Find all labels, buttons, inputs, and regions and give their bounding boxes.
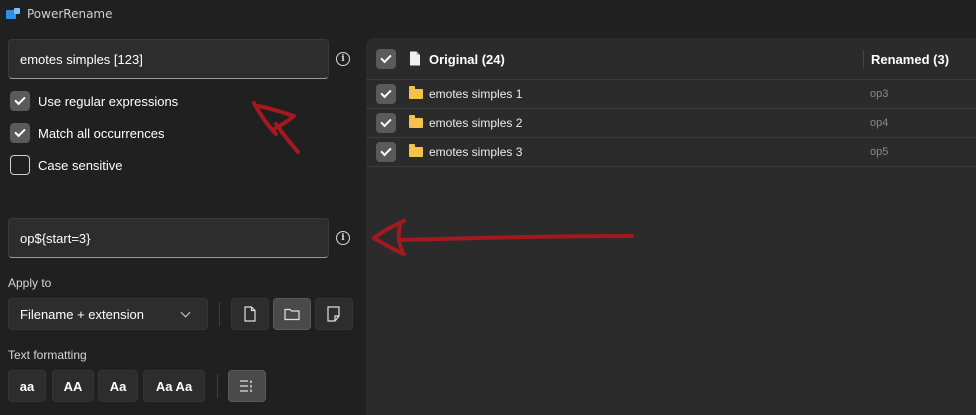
list-item[interactable]: emotes simples 3 op5 bbox=[366, 138, 976, 167]
option-case-sensitive[interactable]: Case sensitive bbox=[10, 155, 123, 175]
enumerate-items-button[interactable] bbox=[228, 370, 266, 402]
search-input-value: emotes simples [123] bbox=[20, 51, 143, 67]
case-sensitive-label: Case sensitive bbox=[38, 157, 123, 173]
item-renamed-name: op3 bbox=[870, 88, 889, 100]
option-match-all[interactable]: Match all occurrences bbox=[10, 123, 164, 143]
options-panel: emotes simples [123] i Use regular expre… bbox=[0, 28, 366, 415]
item-renamed-name: op4 bbox=[870, 117, 889, 129]
titlecase-button[interactable]: Aa bbox=[98, 370, 138, 402]
folder-icon bbox=[409, 144, 423, 157]
renamed-column-header[interactable]: Renamed (3) bbox=[871, 52, 949, 67]
search-input[interactable]: emotes simples [123] bbox=[8, 39, 329, 79]
item-renamed-name: op5 bbox=[870, 146, 889, 158]
list-item[interactable]: emotes simples 2 op4 bbox=[366, 109, 976, 138]
toolbar-divider bbox=[219, 302, 220, 326]
list-header: Original (24) Renamed (3) bbox=[366, 38, 976, 80]
uppercase-button[interactable]: AA bbox=[52, 370, 94, 402]
file-list-panel: Original (24) Renamed (3) emotes simples… bbox=[366, 38, 976, 415]
item-original-name: emotes simples 1 bbox=[429, 87, 523, 101]
original-column-header[interactable]: Original (24) bbox=[429, 52, 505, 67]
chevron-down-icon bbox=[180, 307, 191, 318]
apply-to-label: Apply to bbox=[8, 276, 52, 290]
rename-folders-button[interactable] bbox=[273, 298, 311, 330]
search-info-icon[interactable]: i bbox=[336, 52, 350, 66]
list-format-icon bbox=[240, 380, 252, 392]
replace-input-value: op${start=3} bbox=[20, 230, 91, 246]
folder-icon bbox=[409, 86, 423, 99]
file-icon bbox=[244, 306, 256, 322]
file-subfolder-icon bbox=[327, 306, 340, 322]
file-icon bbox=[410, 51, 420, 66]
list-item[interactable]: emotes simples 1 op3 bbox=[366, 80, 976, 109]
item-checkbox[interactable] bbox=[376, 84, 396, 104]
item-checkbox[interactable] bbox=[376, 142, 396, 162]
select-all-checkbox[interactable] bbox=[376, 49, 396, 69]
title-bar: PowerRename bbox=[0, 0, 976, 28]
item-checkbox[interactable] bbox=[376, 113, 396, 133]
replace-info-icon[interactable]: i bbox=[336, 231, 350, 245]
text-formatting-label: Text formatting bbox=[8, 348, 87, 362]
rename-files-button[interactable] bbox=[231, 298, 269, 330]
use-regex-checkbox[interactable] bbox=[10, 91, 30, 111]
capitalize-each-word-button[interactable]: Aa Aa bbox=[143, 370, 205, 402]
item-original-name: emotes simples 2 bbox=[429, 116, 523, 130]
rename-subfolders-button[interactable] bbox=[315, 298, 353, 330]
match-all-checkbox[interactable] bbox=[10, 123, 30, 143]
use-regex-label: Use regular expressions bbox=[38, 93, 179, 109]
powerrename-app-icon bbox=[6, 8, 20, 20]
option-use-regex[interactable]: Use regular expressions bbox=[10, 91, 178, 111]
formatting-divider bbox=[217, 374, 218, 398]
case-sensitive-checkbox[interactable] bbox=[10, 155, 30, 175]
apply-to-selected: Filename + extension bbox=[20, 306, 144, 322]
window-title: PowerRename bbox=[27, 7, 113, 21]
folder-icon bbox=[409, 115, 423, 128]
folder-outline-icon bbox=[284, 308, 300, 321]
item-original-name: emotes simples 3 bbox=[429, 145, 523, 159]
replace-input[interactable]: op${start=3} bbox=[8, 218, 329, 258]
match-all-label: Match all occurrences bbox=[38, 125, 165, 141]
apply-to-dropdown[interactable]: Filename + extension bbox=[8, 298, 208, 330]
lowercase-button[interactable]: aa bbox=[8, 370, 46, 402]
column-divider[interactable] bbox=[863, 50, 864, 68]
